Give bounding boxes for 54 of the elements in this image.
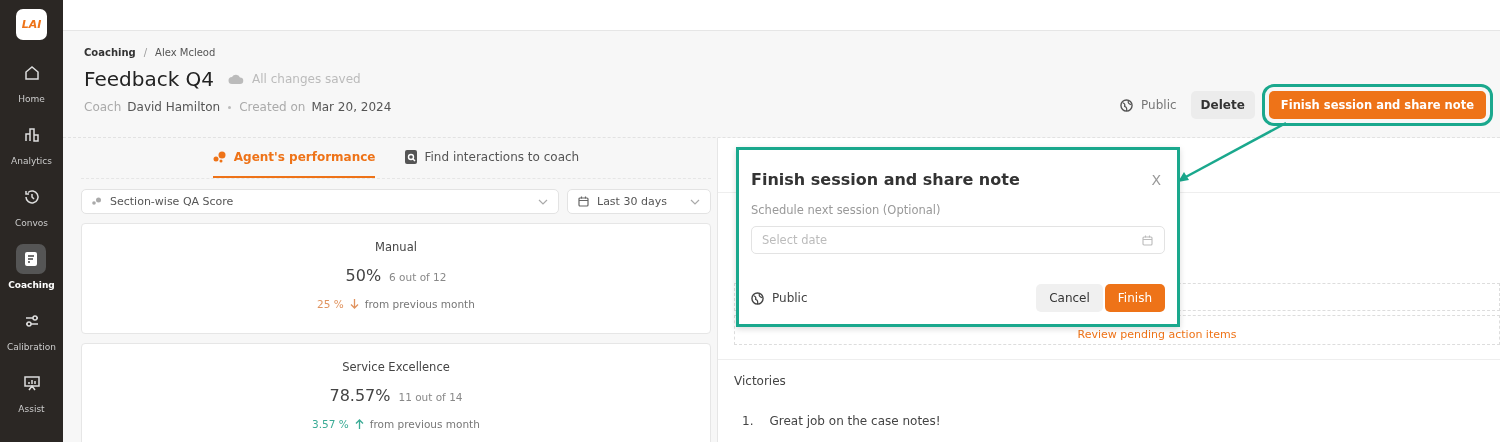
page-title: Feedback Q4	[84, 67, 215, 91]
nav-item[interactable]: Convos	[15, 182, 48, 244]
coach-name: David Hamilton	[127, 100, 221, 114]
globe-icon	[1120, 98, 1134, 112]
cloud-icon	[228, 73, 245, 85]
date-field[interactable]: Select date	[751, 226, 1165, 254]
nav-item[interactable]: Analytics	[11, 120, 52, 182]
document-search-icon	[405, 150, 418, 164]
score-percent: 78.57%	[329, 386, 391, 405]
dots-icon	[212, 151, 227, 163]
breadcrumb-current: Alex Mcleod	[155, 47, 216, 58]
presentation-icon	[22, 374, 41, 392]
breadcrumb-separator: /	[143, 47, 148, 58]
coach-label: Coach	[84, 100, 122, 114]
visibility-toggle[interactable]: Public	[751, 291, 808, 305]
created-label: Created on	[239, 100, 306, 114]
history-icon	[22, 188, 41, 206]
visibility-toggle[interactable]: Public	[1120, 98, 1177, 112]
arrow-up-icon	[354, 419, 364, 429]
date-range-dropdown[interactable]: Last 30 days	[567, 189, 711, 214]
chevron-down-icon	[690, 198, 700, 205]
nav-item[interactable]: Home	[16, 58, 47, 120]
section-name: Manual	[375, 240, 417, 254]
save-status: All changes saved	[252, 72, 361, 86]
change-value: 3.57 %	[312, 418, 349, 430]
field-label: Schedule next session (Optional)	[751, 203, 942, 217]
change-note: from previous month	[369, 418, 480, 430]
score-count: 6 out of 12	[389, 271, 447, 283]
victory-item: Great job on the case notes!	[769, 414, 941, 428]
created-date: Mar 20, 2024	[311, 100, 392, 114]
change-note: from previous month	[364, 298, 475, 310]
metric-dropdown[interactable]: Section-wise QA Score	[81, 189, 559, 214]
change-value: 25 %	[317, 298, 344, 310]
section-title: Victories	[734, 374, 787, 388]
nav-item[interactable]: Assist	[16, 368, 47, 430]
dialog-title: Finish session and share note	[751, 170, 1020, 189]
delete-button[interactable]: Delete	[1190, 91, 1255, 119]
calendar-icon	[578, 196, 589, 207]
score-count: 11 out of 14	[398, 391, 463, 403]
home-icon	[22, 64, 41, 82]
breadcrumb-link[interactable]: Coaching	[84, 47, 136, 58]
arrow-down-icon	[349, 299, 359, 309]
chevron-down-icon	[538, 198, 548, 205]
bar-chart-icon	[22, 126, 41, 144]
dots-icon	[92, 197, 102, 206]
score-percent: 50%	[345, 266, 382, 285]
cancel-button[interactable]: Cancel	[1036, 284, 1103, 312]
list-number: 1.	[742, 414, 754, 428]
section-name: Service Excellence	[342, 360, 450, 374]
tab[interactable]: Find interactions to coach	[405, 138, 580, 178]
nav-item[interactable]: Coaching	[8, 244, 55, 306]
calendar-icon	[1142, 235, 1153, 246]
nav-item[interactable]: Calibration	[7, 306, 56, 368]
globe-icon	[751, 291, 764, 305]
